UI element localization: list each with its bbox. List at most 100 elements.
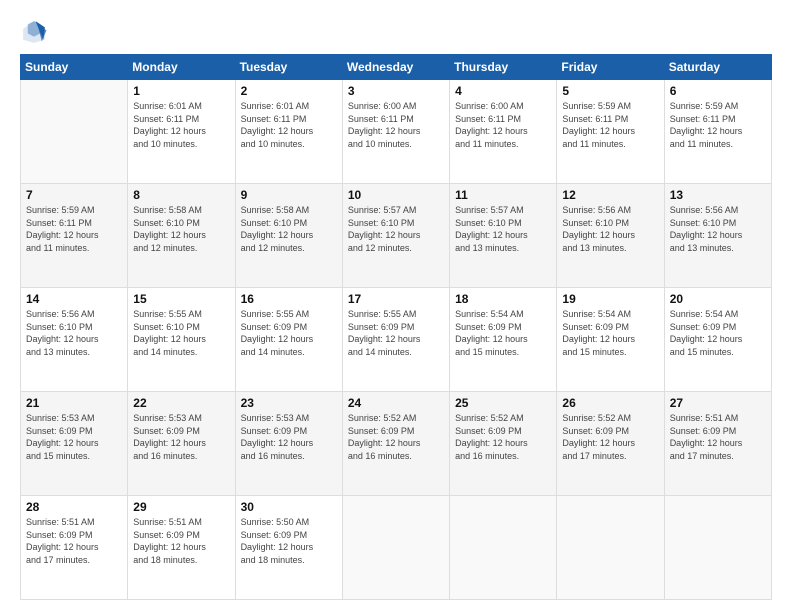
day-number: 17: [348, 292, 444, 306]
day-number: 28: [26, 500, 122, 514]
day-number: 7: [26, 188, 122, 202]
day-info: Sunrise: 5:50 AMSunset: 6:09 PMDaylight:…: [241, 516, 337, 566]
calendar-cell: [342, 496, 449, 600]
day-info: Sunrise: 5:51 AMSunset: 6:09 PMDaylight:…: [133, 516, 229, 566]
day-header-friday: Friday: [557, 55, 664, 80]
day-info: Sunrise: 5:55 AMSunset: 6:09 PMDaylight:…: [348, 308, 444, 358]
day-info: Sunrise: 5:53 AMSunset: 6:09 PMDaylight:…: [241, 412, 337, 462]
logo: [20, 18, 52, 46]
calendar-cell: [450, 496, 557, 600]
calendar-cell: [557, 496, 664, 600]
day-number: 15: [133, 292, 229, 306]
day-info: Sunrise: 5:55 AMSunset: 6:09 PMDaylight:…: [241, 308, 337, 358]
calendar-cell: 9 Sunrise: 5:58 AMSunset: 6:10 PMDaylight…: [235, 184, 342, 288]
day-header-tuesday: Tuesday: [235, 55, 342, 80]
day-header-thursday: Thursday: [450, 55, 557, 80]
day-number: 22: [133, 396, 229, 410]
calendar-cell: 8Sunrise: 5:58 AMSunset: 6:10 PMDaylight…: [128, 184, 235, 288]
day-number: 29: [133, 500, 229, 514]
calendar-cell: 3Sunrise: 6:00 AMSunset: 6:11 PMDaylight…: [342, 80, 449, 184]
day-info: Sunrise: 5:57 AMSunset: 6:10 PMDaylight:…: [455, 204, 551, 254]
day-number: 12: [562, 188, 658, 202]
calendar-cell: 12 Sunrise: 5:56 AMSunset: 6:10 PMDayligh…: [557, 184, 664, 288]
day-info: Sunrise: 5:52 AMSunset: 6:09 PMDaylight:…: [348, 412, 444, 462]
day-info: Sunrise: 6:01 AMSunset: 6:11 PMDaylight:…: [241, 100, 337, 150]
calendar-week-row: 21 Sunrise: 5:53 AMSunset: 6:09 PMDayligh…: [21, 392, 772, 496]
day-info: Sunrise: 5:59 AMSunset: 6:11 PMDaylight:…: [562, 100, 658, 150]
calendar-week-row: 7 Sunrise: 5:59 AMSunset: 6:11 PMDaylight…: [21, 184, 772, 288]
page: SundayMondayTuesdayWednesdayThursdayFrid…: [0, 0, 792, 612]
calendar-cell: 13Sunrise: 5:56 AMSunset: 6:10 PMDayligh…: [664, 184, 771, 288]
calendar-cell: 11Sunrise: 5:57 AMSunset: 6:10 PMDayligh…: [450, 184, 557, 288]
day-info: Sunrise: 5:54 AMSunset: 6:09 PMDaylight:…: [455, 308, 551, 358]
day-number: 1: [133, 84, 229, 98]
day-number: 30: [241, 500, 337, 514]
day-number: 3: [348, 84, 444, 98]
day-number: 6: [670, 84, 766, 98]
calendar-cell: 21 Sunrise: 5:53 AMSunset: 6:09 PMDayligh…: [21, 392, 128, 496]
day-info: Sunrise: 5:53 AMSunset: 6:09 PMDaylight:…: [26, 412, 122, 462]
calendar-cell: 19Sunrise: 5:54 AMSunset: 6:09 PMDayligh…: [557, 288, 664, 392]
calendar-cell: 18 Sunrise: 5:54 AMSunset: 6:09 PMDayligh…: [450, 288, 557, 392]
day-info: Sunrise: 6:01 AMSunset: 6:11 PMDaylight:…: [133, 100, 229, 150]
calendar: SundayMondayTuesdayWednesdayThursdayFrid…: [20, 54, 772, 600]
calendar-cell: 16 Sunrise: 5:55 AMSunset: 6:09 PMDayligh…: [235, 288, 342, 392]
day-header-wednesday: Wednesday: [342, 55, 449, 80]
calendar-cell: 5 Sunrise: 5:59 AMSunset: 6:11 PMDaylight…: [557, 80, 664, 184]
calendar-cell: [21, 80, 128, 184]
day-header-monday: Monday: [128, 55, 235, 80]
calendar-cell: 23Sunrise: 5:53 AMSunset: 6:09 PMDayligh…: [235, 392, 342, 496]
day-number: 4: [455, 84, 551, 98]
day-number: 5: [562, 84, 658, 98]
calendar-cell: 10Sunrise: 5:57 AMSunset: 6:10 PMDayligh…: [342, 184, 449, 288]
calendar-cell: 2 Sunrise: 6:01 AMSunset: 6:11 PMDaylight…: [235, 80, 342, 184]
calendar-cell: 30 Sunrise: 5:50 AMSunset: 6:09 PMDayligh…: [235, 496, 342, 600]
calendar-cell: 7 Sunrise: 5:59 AMSunset: 6:11 PMDaylight…: [21, 184, 128, 288]
day-header-saturday: Saturday: [664, 55, 771, 80]
day-number: 24: [348, 396, 444, 410]
calendar-week-row: 1 Sunrise: 6:01 AMSunset: 6:11 PMDaylight…: [21, 80, 772, 184]
day-info: Sunrise: 5:56 AMSunset: 6:10 PMDaylight:…: [562, 204, 658, 254]
day-info: Sunrise: 6:00 AMSunset: 6:11 PMDaylight:…: [455, 100, 551, 150]
calendar-cell: 27 Sunrise: 5:51 AMSunset: 6:09 PMDayligh…: [664, 392, 771, 496]
day-info: Sunrise: 5:52 AMSunset: 6:09 PMDaylight:…: [455, 412, 551, 462]
day-number: 10: [348, 188, 444, 202]
calendar-cell: 1 Sunrise: 6:01 AMSunset: 6:11 PMDaylight…: [128, 80, 235, 184]
day-info: Sunrise: 5:51 AMSunset: 6:09 PMDaylight:…: [26, 516, 122, 566]
day-number: 25: [455, 396, 551, 410]
day-number: 2: [241, 84, 337, 98]
day-number: 21: [26, 396, 122, 410]
calendar-cell: 20 Sunrise: 5:54 AMSunset: 6:09 PMDayligh…: [664, 288, 771, 392]
calendar-week-row: 28 Sunrise: 5:51 AMSunset: 6:09 PMDayligh…: [21, 496, 772, 600]
header: [20, 18, 772, 46]
calendar-cell: 17 Sunrise: 5:55 AMSunset: 6:09 PMDayligh…: [342, 288, 449, 392]
day-header-sunday: Sunday: [21, 55, 128, 80]
day-number: 19: [562, 292, 658, 306]
day-number: 20: [670, 292, 766, 306]
day-number: 16: [241, 292, 337, 306]
calendar-cell: 6 Sunrise: 5:59 AMSunset: 6:11 PMDaylight…: [664, 80, 771, 184]
calendar-cell: 22Sunrise: 5:53 AMSunset: 6:09 PMDayligh…: [128, 392, 235, 496]
calendar-cell: 4 Sunrise: 6:00 AMSunset: 6:11 PMDaylight…: [450, 80, 557, 184]
day-number: 14: [26, 292, 122, 306]
day-info: Sunrise: 5:58 AMSunset: 6:10 PMDaylight:…: [241, 204, 337, 254]
day-number: 27: [670, 396, 766, 410]
calendar-cell: 28 Sunrise: 5:51 AMSunset: 6:09 PMDayligh…: [21, 496, 128, 600]
day-number: 26: [562, 396, 658, 410]
calendar-cell: 25 Sunrise: 5:52 AMSunset: 6:09 PMDayligh…: [450, 392, 557, 496]
calendar-cell: 26 Sunrise: 5:52 AMSunset: 6:09 PMDayligh…: [557, 392, 664, 496]
calendar-cell: [664, 496, 771, 600]
day-info: Sunrise: 5:55 AMSunset: 6:10 PMDaylight:…: [133, 308, 229, 358]
calendar-header-row: SundayMondayTuesdayWednesdayThursdayFrid…: [21, 55, 772, 80]
logo-icon: [20, 18, 48, 46]
day-info: Sunrise: 5:54 AMSunset: 6:09 PMDaylight:…: [670, 308, 766, 358]
day-info: Sunrise: 5:59 AMSunset: 6:11 PMDaylight:…: [26, 204, 122, 254]
day-info: Sunrise: 5:51 AMSunset: 6:09 PMDaylight:…: [670, 412, 766, 462]
day-info: Sunrise: 5:52 AMSunset: 6:09 PMDaylight:…: [562, 412, 658, 462]
calendar-cell: 24 Sunrise: 5:52 AMSunset: 6:09 PMDayligh…: [342, 392, 449, 496]
day-info: Sunrise: 5:58 AMSunset: 6:10 PMDaylight:…: [133, 204, 229, 254]
day-info: Sunrise: 5:59 AMSunset: 6:11 PMDaylight:…: [670, 100, 766, 150]
day-number: 9: [241, 188, 337, 202]
calendar-cell: 29 Sunrise: 5:51 AMSunset: 6:09 PMDayligh…: [128, 496, 235, 600]
day-number: 18: [455, 292, 551, 306]
